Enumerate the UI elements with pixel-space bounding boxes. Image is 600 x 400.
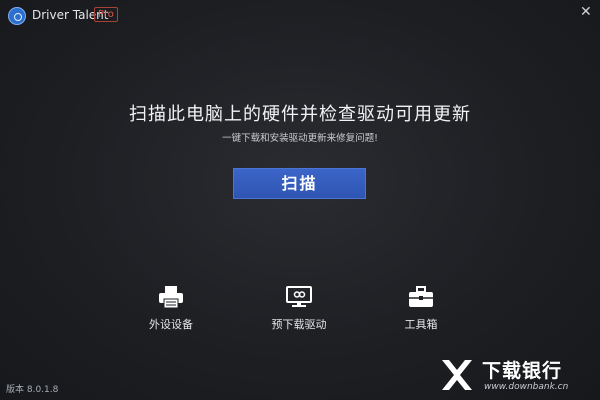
- toolbox-button[interactable]: 工具箱: [376, 284, 466, 332]
- downbank-watermark: 下载银行 www.downbank.cn: [438, 354, 598, 398]
- version-label: 版本 8.0.1.8: [6, 385, 59, 395]
- peripheral-devices-button[interactable]: 外设设备: [126, 284, 216, 332]
- page-subtitle: 一键下载和安装驱动更新来修复问题!: [222, 133, 378, 144]
- predownload-drivers-button[interactable]: 预下载驱动: [254, 284, 344, 332]
- downbank-logo-icon: [442, 360, 472, 390]
- printer-icon: [159, 286, 183, 309]
- toolbox-icon: [409, 286, 433, 307]
- feature-label: 预下载驱动: [271, 318, 327, 331]
- feature-label: 工具箱: [404, 318, 438, 331]
- pro-badge: Pro: [94, 7, 118, 22]
- driver-talent-logo-icon: [8, 7, 26, 25]
- feature-label: 外设设备: [149, 318, 193, 331]
- watermark-url: www.downbank.cn: [484, 382, 569, 392]
- download-monitor-icon: [286, 286, 312, 307]
- page-headline: 扫描此电脑上的硬件并检查驱动可用更新: [129, 104, 471, 125]
- scan-button[interactable]: 扫描: [233, 168, 366, 199]
- watermark-name: 下载银行: [482, 360, 563, 382]
- close-button[interactable]: ✕: [580, 4, 592, 20]
- title-bar: Driver Talent Pro ✕: [0, 0, 600, 32]
